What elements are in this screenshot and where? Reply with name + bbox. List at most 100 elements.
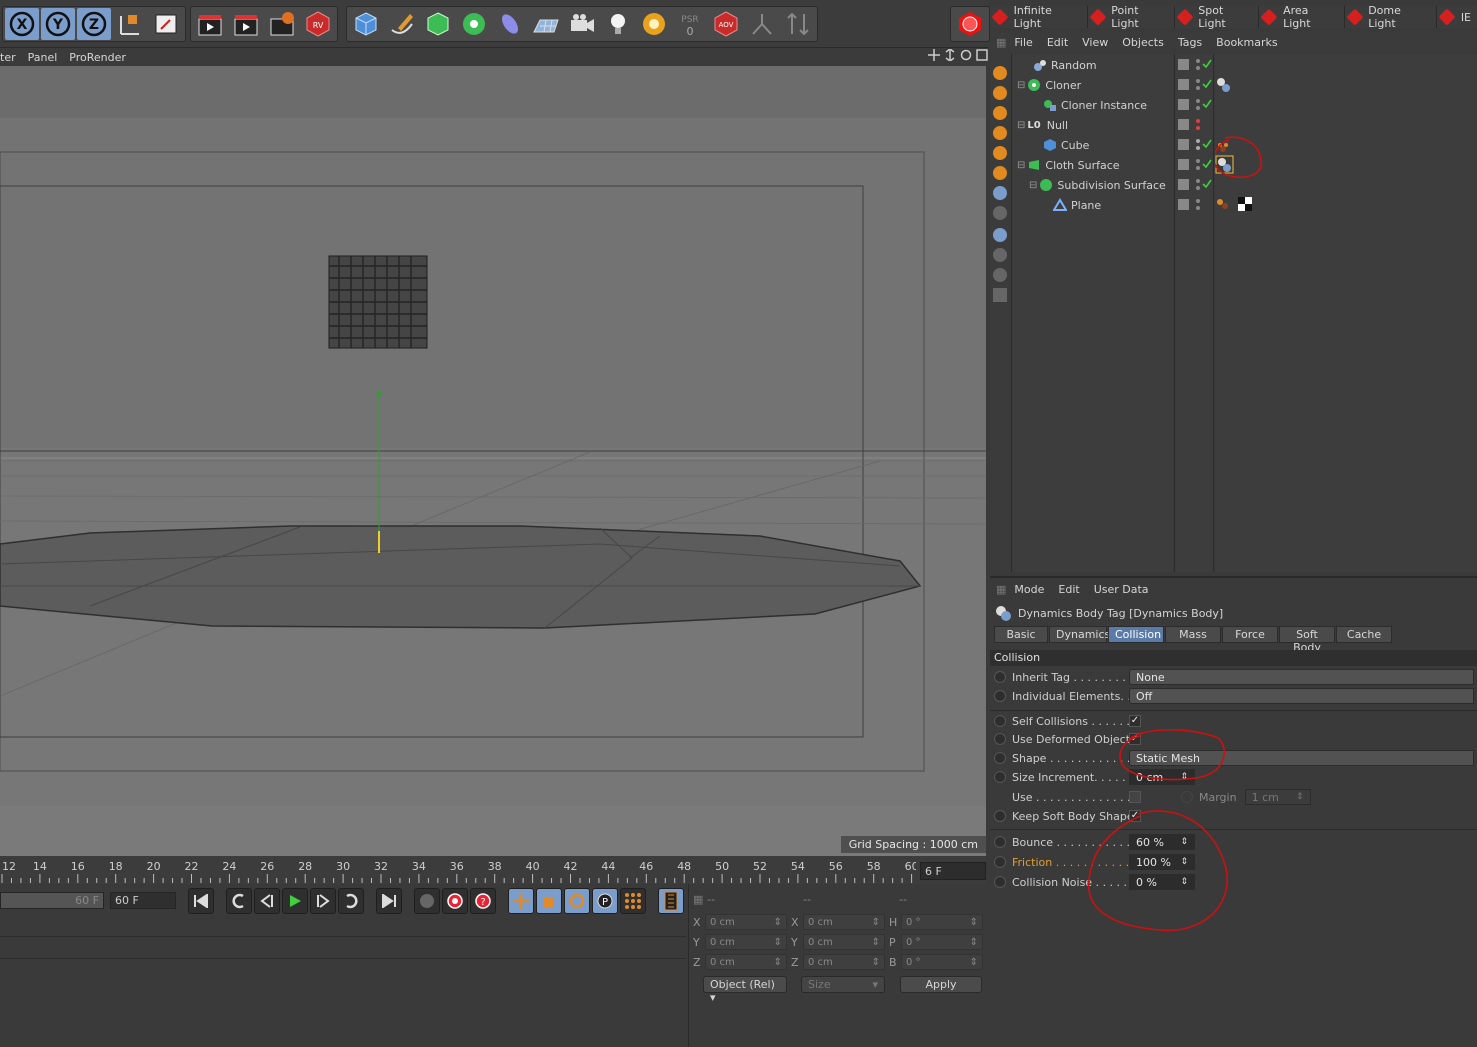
- animate-radio[interactable]: [994, 733, 1006, 745]
- menu-bookmarks[interactable]: Bookmarks: [1216, 36, 1277, 49]
- animate-radio[interactable]: [994, 810, 1006, 822]
- goto-prev-key-button[interactable]: [226, 888, 252, 914]
- collapse-icon[interactable]: ⊟: [1029, 180, 1037, 191]
- render-view-button[interactable]: [193, 8, 227, 40]
- animate-radio[interactable]: [994, 690, 1006, 702]
- margin-field[interactable]: 1 cm ⇕: [1244, 789, 1311, 805]
- menu-prorender[interactable]: ProRender: [69, 51, 126, 64]
- tab-collision[interactable]: Collision: [1108, 626, 1164, 643]
- timeline-window-button[interactable]: [658, 888, 684, 914]
- size-y-field[interactable]: 0 cm ⇕: [803, 934, 885, 950]
- object-row-random[interactable]: Random: [1033, 55, 1097, 75]
- apply-button[interactable]: Apply: [900, 976, 982, 993]
- size-mode-dropdown[interactable]: Size ▾: [801, 976, 885, 993]
- current-frame-field[interactable]: 6 F: [920, 862, 986, 880]
- layer-icon[interactable]: [1178, 199, 1189, 210]
- use-margin-checkbox[interactable]: [1129, 791, 1141, 803]
- next-frame-button[interactable]: [310, 888, 336, 914]
- object-row-plane[interactable]: Plane: [1053, 195, 1101, 215]
- keyframe-selection-button[interactable]: ?: [470, 888, 496, 914]
- record-keys-button[interactable]: [414, 888, 440, 914]
- pen-tool-button[interactable]: [385, 8, 419, 40]
- 3d-viewport[interactable]: Grid Spacing : 1000 cm: [0, 66, 986, 856]
- menu-view[interactable]: View: [1082, 36, 1108, 49]
- object-row-cloner-instance[interactable]: Cloner Instance: [1043, 95, 1147, 115]
- tab-mass[interactable]: Mass: [1165, 626, 1221, 643]
- globe-icon[interactable]: [993, 186, 1007, 200]
- rotate-view-icon[interactable]: [960, 49, 972, 61]
- collision-noise-field[interactable]: 0 % ⇕: [1129, 874, 1195, 890]
- layer-icon[interactable]: [1178, 159, 1189, 170]
- bounce-field[interactable]: 60 % ⇕: [1129, 834, 1195, 850]
- autokey-button[interactable]: [442, 888, 468, 914]
- key-pla-button[interactable]: [620, 888, 646, 914]
- maximize-view-icon[interactable]: [976, 49, 988, 61]
- move-view-icon[interactable]: [928, 49, 940, 61]
- area-light-button[interactable]: Area Light: [1259, 4, 1345, 30]
- layer-icon[interactable]: [1178, 99, 1189, 110]
- check-icon[interactable]: [1202, 79, 1212, 89]
- check-icon[interactable]: [1202, 99, 1212, 109]
- x-axis-lock-button[interactable]: X: [5, 8, 39, 40]
- psr-button[interactable]: PSR 0: [673, 8, 707, 40]
- sky-button[interactable]: [637, 8, 671, 40]
- filter-icon[interactable]: [993, 106, 1007, 120]
- position-y-field[interactable]: 0 cm ⇕: [705, 934, 787, 950]
- ies-light-button[interactable]: IE: [1437, 6, 1477, 28]
- joint-button[interactable]: [745, 8, 779, 40]
- hexagon-icon[interactable]: [993, 268, 1007, 282]
- menu-edit[interactable]: Edit: [1058, 583, 1079, 596]
- render-picture-viewer-button[interactable]: [229, 8, 263, 40]
- z-axis-lock-button[interactable]: Z: [77, 8, 111, 40]
- menu-filter[interactable]: ter: [0, 51, 16, 64]
- layer-icon[interactable]: [1178, 79, 1189, 90]
- key-scale-button[interactable]: [536, 888, 562, 914]
- material-tag-icon[interactable]: [1238, 197, 1252, 211]
- menu-file[interactable]: File: [1014, 36, 1032, 49]
- add-cube-button[interactable]: [349, 8, 383, 40]
- collapse-icon[interactable]: ⊟: [1017, 160, 1025, 171]
- mograph-tag-icon[interactable]: [1217, 78, 1230, 92]
- shape-dropdown[interactable]: Static Mesh: [1129, 750, 1474, 766]
- object-row-subdivision-surface[interactable]: ⊟ Subdivision Surface: [1029, 175, 1166, 195]
- animate-radio[interactable]: [994, 771, 1006, 783]
- animate-radio[interactable]: [1181, 791, 1193, 803]
- prev-frame-button[interactable]: [254, 888, 280, 914]
- infinite-light-button[interactable]: Infinite Light: [990, 4, 1088, 30]
- filter-icon[interactable]: [993, 86, 1007, 100]
- key-rotation-button[interactable]: [564, 888, 590, 914]
- size-z-field[interactable]: 0 cm ⇕: [803, 954, 885, 970]
- layer-icon[interactable]: [1178, 139, 1189, 150]
- menu-tags[interactable]: Tags: [1178, 36, 1202, 49]
- aov-button[interactable]: AOV: [709, 8, 743, 40]
- object-row-cloner[interactable]: ⊟ Cloner: [1017, 75, 1081, 95]
- joint-icon[interactable]: [993, 288, 1007, 302]
- tab-cache[interactable]: Cache: [1336, 626, 1392, 643]
- floor-button[interactable]: [529, 8, 563, 40]
- render-settings-button[interactable]: [265, 8, 299, 40]
- tab-soft-body[interactable]: Soft Body: [1279, 626, 1335, 654]
- check-icon[interactable]: [1202, 59, 1212, 69]
- use-deformed-checkbox[interactable]: ✓: [1129, 733, 1141, 745]
- menu-panel[interactable]: Panel: [28, 51, 58, 64]
- cloner-button[interactable]: [457, 8, 491, 40]
- tab-force[interactable]: Force: [1222, 626, 1278, 643]
- filter-icon[interactable]: [993, 166, 1007, 180]
- animate-radio[interactable]: [994, 836, 1006, 848]
- cloth-tag-icon[interactable]: [1217, 199, 1228, 209]
- collapse-icon[interactable]: ⊟: [1017, 80, 1025, 91]
- spot-light-button[interactable]: Spot Light: [1175, 4, 1260, 30]
- dome-light-button[interactable]: Dome Light: [1345, 4, 1437, 30]
- deformer-button[interactable]: [493, 8, 527, 40]
- inherit-tag-dropdown[interactable]: None: [1129, 669, 1474, 685]
- render-queue-button[interactable]: RV: [301, 8, 335, 40]
- camera-button[interactable]: [565, 8, 599, 40]
- zoom-view-icon[interactable]: [944, 49, 956, 61]
- point-light-button[interactable]: Point Light: [1088, 4, 1175, 30]
- globe-icon[interactable]: [993, 206, 1007, 220]
- tab-dynamics[interactable]: Dynamics: [1049, 626, 1110, 643]
- cube-outline-icon[interactable]: [993, 248, 1007, 262]
- check-icon[interactable]: [1202, 139, 1212, 149]
- keep-soft-body-checkbox[interactable]: ✓: [1129, 810, 1141, 822]
- object-row-null[interactable]: ⊟ L0 Null: [1017, 115, 1068, 135]
